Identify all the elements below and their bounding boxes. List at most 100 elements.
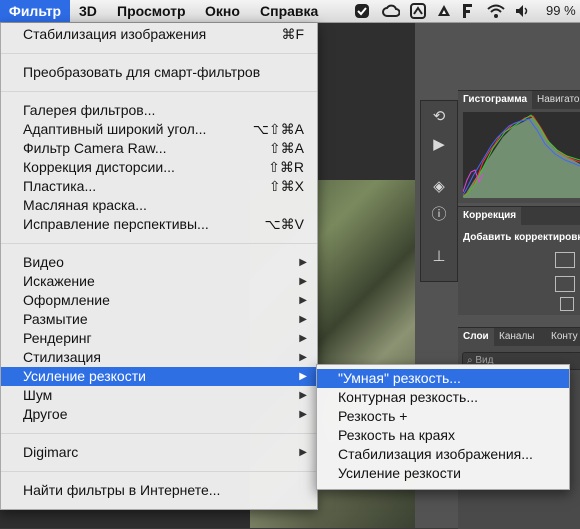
menu-item-label: Коррекция дисторсии... [23, 159, 175, 175]
menu-item-other[interactable]: Другое ▶ [1, 405, 317, 424]
checkmark-shield-icon[interactable] [354, 3, 370, 24]
submenu-arrow-icon: ▶ [299, 314, 307, 325]
submenu-item-label: "Умная" резкость... [338, 370, 461, 386]
menu-item-adaptive-wide-angle[interactable]: Адаптивный широкий угол... ⌥⇧⌘A [1, 120, 317, 139]
menu-item-video[interactable]: Видео ▶ [1, 253, 317, 272]
menu-item-lens-correction[interactable]: Коррекция дисторсии... ⇧⌘R [1, 158, 317, 177]
submenu-arrow-icon: ▶ [299, 257, 307, 268]
tab-layers[interactable]: Слои [458, 328, 494, 346]
menu-separator [1, 243, 317, 244]
submenu-item-sharpen-edges[interactable]: Резкость на краях [317, 426, 569, 445]
submenu-item-sharpen[interactable]: Усиление резкости [317, 464, 569, 483]
menu-item-label: Галерея фильтров... [23, 102, 156, 118]
menu-separator [1, 91, 317, 92]
menu-view[interactable]: Просмотр [117, 0, 186, 22]
menu-item-noise[interactable]: Шум ▶ [1, 386, 317, 405]
menu-item-label: Усиление резкости [23, 368, 146, 384]
menu-item-label: Размытие [23, 311, 88, 327]
volume-icon[interactable] [514, 3, 532, 24]
menu-item-shortcut: ⇧⌘R [268, 159, 304, 175]
submenu-arrow-icon: ▶ [299, 447, 307, 458]
menu-item-blur[interactable]: Размытие ▶ [1, 310, 317, 329]
menu-item-oil-paint[interactable]: Масляная краска... [1, 196, 317, 215]
menu-item-label: Масляная краска... [23, 197, 147, 213]
curves-icon[interactable] [555, 276, 575, 292]
info-icon[interactable]: ⓘ [429, 205, 449, 225]
menu-item-stylize[interactable]: Стилизация ▶ [1, 348, 317, 367]
menu-help[interactable]: Справка [260, 0, 318, 22]
panel-tools-strip: ⟲ ▶ ◈ ⓘ ⊥ [420, 100, 458, 282]
tab-channels[interactable]: Каналы [494, 328, 540, 346]
tab-correction[interactable]: Коррекция [458, 207, 522, 225]
menu-item-stabilization[interactable]: Стабилизация изображения ⌘F [1, 25, 317, 44]
mask-icon[interactable] [560, 297, 574, 311]
menu-item-label: Искажение [23, 273, 95, 289]
sharpen-submenu: "Умная" резкость... Контурная резкость..… [316, 364, 570, 490]
menu-item-label: Другое [23, 406, 68, 422]
menu-item-shortcut: ⇧⌘A [268, 140, 304, 156]
tab-histogram[interactable]: Гистограмма [458, 91, 533, 109]
menu-item-label: Исправление перспективы... [23, 216, 209, 232]
history-icon[interactable]: ⟲ [429, 107, 449, 127]
submenu-item-label: Стабилизация изображения... [338, 446, 533, 462]
submenu-arrow-icon: ▶ [299, 371, 307, 382]
menu-item-vanishing-point[interactable]: Исправление перспективы... ⌥⌘V [1, 215, 317, 234]
menu-separator [1, 53, 317, 54]
menu-3d[interactable]: 3D [79, 0, 97, 22]
menu-separator [1, 433, 317, 434]
histogram-graph [462, 112, 580, 198]
menu-item-label: Рендеринг [23, 330, 92, 346]
menu-item-camera-raw[interactable]: Фильтр Camera Raw... ⇧⌘A [1, 139, 317, 158]
menu-item-shortcut: ⌘F [281, 26, 304, 42]
menu-item-label: Адаптивный широкий угол... [23, 121, 207, 137]
stamp-icon[interactable]: ⊥ [429, 247, 449, 267]
levels-icon[interactable] [555, 252, 575, 268]
histogram-tabbar: Гистограмма Навигато [458, 91, 580, 109]
menu-separator [1, 471, 317, 472]
submenu-item-label: Резкость на краях [338, 427, 455, 443]
submenu-item-unsharp-mask[interactable]: Контурная резкость... [317, 388, 569, 407]
menu-item-label: Преобразовать для смарт-фильтров [23, 64, 261, 80]
menu-filter[interactable]: Фильтр [0, 0, 70, 22]
submenu-arrow-icon: ▶ [299, 409, 307, 420]
tab-contours[interactable]: Конту [546, 328, 580, 346]
creative-cloud-icon[interactable] [382, 3, 401, 24]
submenu-item-smart-sharpen[interactable]: "Умная" резкость... [317, 369, 569, 388]
menu-item-filter-gallery[interactable]: Галерея фильтров... [1, 101, 317, 120]
correction-tabbar: Коррекция [458, 207, 580, 225]
menu-item-digimarc[interactable]: Digimarc ▶ [1, 443, 317, 462]
menu-item-smart-filters[interactable]: Преобразовать для смарт-фильтров [1, 63, 317, 82]
submenu-item-sharpen-more[interactable]: Резкость + [317, 407, 569, 426]
menu-item-sharpen[interactable]: Усиление резкости ▶ [1, 367, 317, 386]
filter-menu: Стабилизация изображения ⌘F Преобразоват… [0, 23, 318, 510]
menu-item-label: Пластика... [23, 178, 97, 194]
menu-item-label: Видео [23, 254, 64, 270]
submenu-item-label: Контурная резкость... [338, 389, 478, 405]
cube-icon[interactable]: ◈ [429, 177, 449, 197]
menu-item-label: Найти фильтры в Интернете... [23, 482, 221, 498]
menu-item-label: Стабилизация изображения [23, 26, 207, 42]
wifi-icon[interactable] [486, 3, 506, 24]
drive-icon[interactable] [436, 3, 452, 24]
tab-navigator[interactable]: Навигато [532, 91, 580, 109]
menu-item-pixelate[interactable]: Оформление ▶ [1, 291, 317, 310]
menu-item-browse-filters-online[interactable]: Найти фильтры в Интернете... [1, 481, 317, 500]
flux-icon[interactable] [460, 3, 474, 24]
menu-item-render[interactable]: Рендеринг ▶ [1, 329, 317, 348]
menu-item-label: Шум [23, 387, 53, 403]
correction-add-label: Добавить корректировк [463, 232, 580, 243]
submenu-item-label: Резкость + [338, 408, 408, 424]
layers-tabbar: Слои Каналы Конту [458, 328, 580, 346]
menu-item-label: Digimarc [23, 444, 79, 460]
menu-item-distort[interactable]: Искажение ▶ [1, 272, 317, 291]
menu-item-shortcut: ⇧⌘X [268, 178, 304, 194]
battery-percent: 99 % [546, 3, 576, 18]
menu-window[interactable]: Окно [205, 0, 240, 22]
submenu-arrow-icon: ▶ [299, 390, 307, 401]
menu-item-liquify[interactable]: Пластика... ⇧⌘X [1, 177, 317, 196]
submenu-item-shake-reduction[interactable]: Стабилизация изображения... [317, 445, 569, 464]
play-icon[interactable]: ▶ [429, 135, 449, 155]
image-capture-icon[interactable] [410, 3, 426, 24]
submenu-arrow-icon: ▶ [299, 295, 307, 306]
submenu-arrow-icon: ▶ [299, 276, 307, 287]
